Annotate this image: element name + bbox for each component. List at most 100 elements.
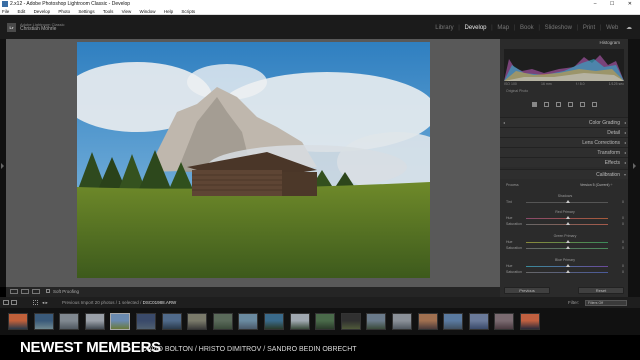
section-transform[interactable]: Transform ◂	[500, 147, 628, 157]
slider-knob[interactable]	[566, 200, 570, 203]
mask-icon[interactable]	[579, 102, 585, 107]
slider-value[interactable]: 0	[622, 222, 624, 226]
slider-value[interactable]: 0	[622, 216, 624, 220]
photo-preview[interactable]	[77, 42, 430, 278]
reset-button[interactable]: Reset	[578, 287, 624, 294]
menu-edit[interactable]: Edit	[18, 9, 26, 14]
section-calibration[interactable]: Calibration ▾	[500, 169, 628, 179]
filmstrip-thumbnail[interactable]	[468, 313, 489, 330]
menu-window[interactable]: Window	[140, 9, 156, 14]
filmstrip-source[interactable]: Previous Import 20 photos / 1 selected /…	[62, 297, 176, 308]
slider-value[interactable]: 0	[622, 200, 624, 204]
filmstrip-thumbnail[interactable]	[212, 313, 233, 330]
filmstrip-thumbnail[interactable]	[59, 313, 80, 330]
menu-help[interactable]: Help	[164, 9, 173, 14]
window-controls[interactable]: – ☐ ✕	[594, 0, 638, 8]
slider-value[interactable]: 0	[622, 264, 624, 268]
filmstrip-thumbnail[interactable]	[110, 313, 131, 330]
section-lens-corrections[interactable]: Lens Corrections ◂	[500, 137, 628, 147]
edit-icon[interactable]	[531, 102, 537, 107]
section-color-grading[interactable]: ◂ Color Grading ◂	[500, 117, 628, 127]
filmstrip-thumbnail[interactable]	[136, 313, 156, 330]
red-saturation-slider[interactable]	[526, 222, 608, 225]
filmstrip-thumbnail[interactable]	[392, 313, 412, 330]
shadows-tint-slider[interactable]	[526, 200, 608, 203]
menu-tools[interactable]: Tools	[103, 9, 114, 14]
filmstrip-thumbnail[interactable]	[264, 313, 284, 330]
filmstrip-thumbnail[interactable]	[238, 313, 259, 330]
slider-value[interactable]: 0	[622, 240, 624, 244]
histogram-header[interactable]: Histogram	[504, 39, 626, 47]
grid-view-icon[interactable]	[33, 300, 38, 305]
previous-button[interactable]: Previous	[504, 287, 550, 294]
module-develop[interactable]: Develop	[464, 25, 486, 31]
original-photo-label[interactable]: Original Photo	[506, 89, 528, 93]
section-detail[interactable]: Detail ◂	[500, 127, 628, 137]
main-window-icon[interactable]	[3, 300, 9, 305]
settings-icon[interactable]	[591, 102, 597, 107]
module-web[interactable]: Web	[606, 25, 618, 31]
identity-plate: Adobe Lightroom Classic Christian Möhrle	[20, 22, 64, 32]
slider-knob[interactable]	[566, 240, 570, 243]
filmstrip-thumbnail[interactable]	[33, 313, 54, 330]
filmstrip-thumbnail[interactable]	[443, 313, 464, 330]
second-window-icon[interactable]	[11, 300, 17, 305]
before-after-icon[interactable]	[21, 289, 29, 294]
menu-photo[interactable]: Photo	[58, 9, 70, 14]
process-select[interactable]: Version 5 (Current) ÷	[580, 183, 612, 187]
slider-knob[interactable]	[566, 246, 570, 249]
module-separator: |	[536, 25, 542, 31]
red-hue-slider[interactable]	[526, 216, 608, 219]
menu-view[interactable]: View	[122, 9, 132, 14]
slider-knob[interactable]	[566, 222, 570, 225]
green-hue-slider[interactable]	[526, 240, 608, 243]
filmstrip-thumbnail[interactable]	[417, 313, 438, 330]
filmstrip-thumbnail[interactable]	[8, 313, 28, 330]
filmstrip-thumbnail[interactable]	[494, 313, 515, 330]
heal-icon[interactable]	[555, 102, 561, 107]
module-picker: Library | Develop | Map | Book | Slidesh…	[432, 24, 632, 31]
module-print[interactable]: Print	[583, 25, 595, 31]
loupe-view-icon[interactable]	[10, 289, 18, 294]
menu-scripts[interactable]: Scripts	[181, 9, 195, 14]
filmstrip-thumbnail[interactable]	[161, 313, 182, 330]
red-saturation-row: Saturation 0	[506, 222, 624, 226]
cloud-icon[interactable]: ☁	[626, 25, 632, 31]
module-library[interactable]: Library	[435, 25, 453, 31]
crop-icon[interactable]	[543, 102, 549, 107]
filmstrip-thumbnail[interactable]	[520, 313, 540, 330]
soft-proofing-checkbox[interactable]	[46, 289, 50, 293]
green-saturation-slider[interactable]	[526, 246, 608, 249]
filmstrip-thumbnail[interactable]	[315, 313, 336, 330]
histogram[interactable]	[504, 49, 624, 81]
filmstrip-thumbnail[interactable]	[366, 313, 387, 330]
slider-knob[interactable]	[566, 270, 570, 273]
compare-view-icon[interactable]	[32, 289, 40, 294]
filmstrip-thumbnail[interactable]	[340, 313, 361, 330]
filmstrip-thumbnail[interactable]	[84, 313, 105, 330]
slider-value[interactable]: 0	[622, 270, 624, 274]
section-effects[interactable]: Effects ◂	[500, 157, 628, 167]
expand-left-icon	[1, 163, 4, 169]
redeye-icon[interactable]	[567, 102, 573, 107]
image-canvas[interactable]	[6, 39, 500, 287]
module-book[interactable]: Book	[520, 25, 534, 31]
module-map[interactable]: Map	[497, 25, 509, 31]
filmstrip-thumbnail[interactable]	[289, 313, 310, 330]
module-slideshow[interactable]: Slideshow	[545, 25, 572, 31]
slider-knob[interactable]	[566, 216, 570, 219]
menu-file[interactable]: File	[2, 9, 9, 14]
slider-knob[interactable]	[566, 264, 570, 267]
menu-settings[interactable]: Settings	[78, 9, 94, 14]
nav-arrows[interactable]: ◂ ▸	[42, 297, 48, 308]
blue-hue-slider[interactable]	[526, 264, 608, 267]
filter-label: Filter:	[568, 300, 580, 305]
slider-value[interactable]: 0	[622, 246, 624, 250]
slider-label: Hue	[506, 264, 513, 268]
filmstrip-thumbnail[interactable]	[187, 313, 208, 330]
filter-select[interactable]: Filters Off	[585, 300, 627, 306]
right-panel-toggle[interactable]	[628, 39, 640, 297]
menu-develop[interactable]: Develop	[34, 9, 51, 14]
blue-saturation-slider[interactable]	[526, 270, 608, 273]
panel-button-row: Previous Reset	[504, 287, 624, 295]
